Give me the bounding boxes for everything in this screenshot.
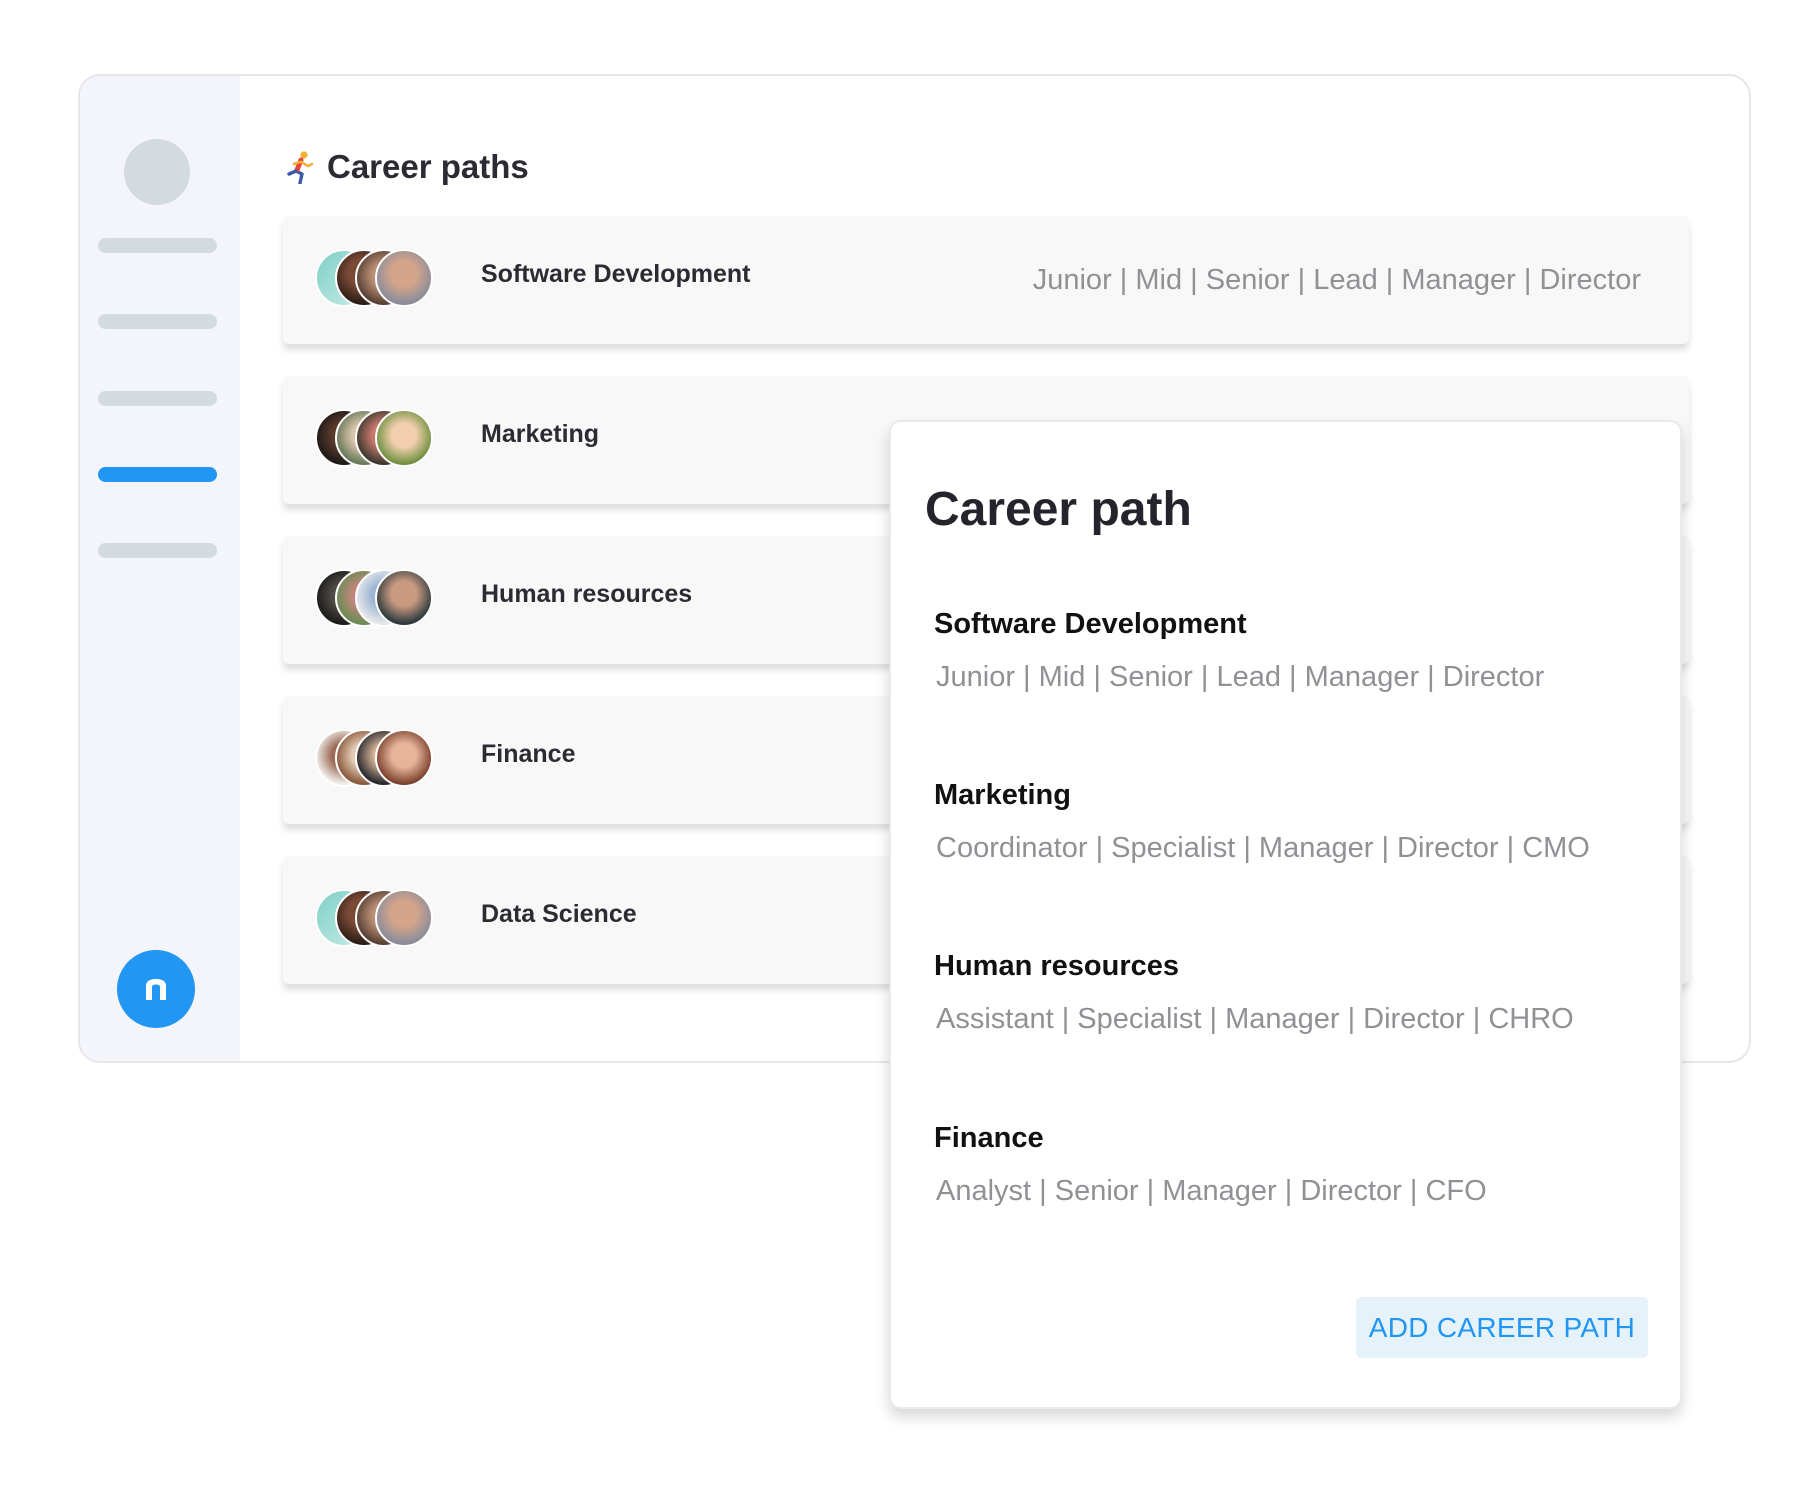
section-name: Human resources xyxy=(934,950,1179,982)
career-path-name: Finance xyxy=(481,740,576,768)
page-header: Career paths xyxy=(285,148,529,186)
section-levels: Analyst | Senior | Manager | Director | … xyxy=(936,1175,1487,1207)
section-levels: Junior | Mid | Senior | Lead | Manager |… xyxy=(936,661,1545,693)
avatar xyxy=(375,889,433,947)
section-name: Finance xyxy=(934,1122,1044,1154)
page-title: Career paths xyxy=(327,148,529,185)
avatar xyxy=(375,569,433,627)
career-path-name: Data Science xyxy=(481,900,637,928)
n-logo-icon xyxy=(146,979,166,1000)
user-avatar-placeholder[interactable] xyxy=(124,139,190,205)
section-levels: Assistant | Specialist | Manager | Direc… xyxy=(936,1003,1574,1035)
sidebar-item-5[interactable] xyxy=(98,543,217,558)
avatar-stack xyxy=(315,889,435,949)
avatar-stack xyxy=(315,409,435,469)
sidebar-item-2[interactable] xyxy=(98,314,217,329)
avatar xyxy=(375,729,433,787)
sidebar xyxy=(80,76,240,1061)
career-path-name: Software Development xyxy=(481,260,751,288)
avatar-stack xyxy=(315,729,435,789)
avatar xyxy=(375,409,433,467)
avatar-stack xyxy=(315,569,435,629)
app-logo[interactable] xyxy=(117,950,195,1028)
section-name: Marketing xyxy=(934,779,1071,811)
sidebar-item-1[interactable] xyxy=(98,238,217,253)
section-levels: Coordinator | Specialist | Manager | Dir… xyxy=(936,832,1590,864)
running-person-icon xyxy=(287,151,314,184)
avatar xyxy=(375,249,433,307)
sidebar-item-3[interactable] xyxy=(98,391,217,406)
panel-section-human-resources: Human resources Assistant | Specialist |… xyxy=(934,950,1574,1036)
panel-title: Career path xyxy=(925,483,1192,536)
career-path-panel: Career path Software Development Junior … xyxy=(889,420,1682,1409)
section-name: Software Development xyxy=(934,608,1247,640)
career-path-card-software-development[interactable]: Software Development Junior | Mid | Seni… xyxy=(283,216,1689,344)
panel-section-marketing: Marketing Coordinator | Specialist | Man… xyxy=(934,779,1590,865)
panel-section-finance: Finance Analyst | Senior | Manager | Dir… xyxy=(934,1122,1487,1208)
panel-section-software-development: Software Development Junior | Mid | Seni… xyxy=(934,608,1544,694)
avatar-stack xyxy=(315,249,435,309)
sidebar-item-career-paths[interactable] xyxy=(98,467,217,482)
career-path-name: Human resources xyxy=(481,580,693,608)
career-path-levels: Junior | Mid | Senior | Lead | Manager |… xyxy=(1032,264,1641,296)
career-path-name: Marketing xyxy=(481,420,600,448)
add-career-path-button[interactable]: ADD CAREER PATH xyxy=(1356,1297,1648,1358)
